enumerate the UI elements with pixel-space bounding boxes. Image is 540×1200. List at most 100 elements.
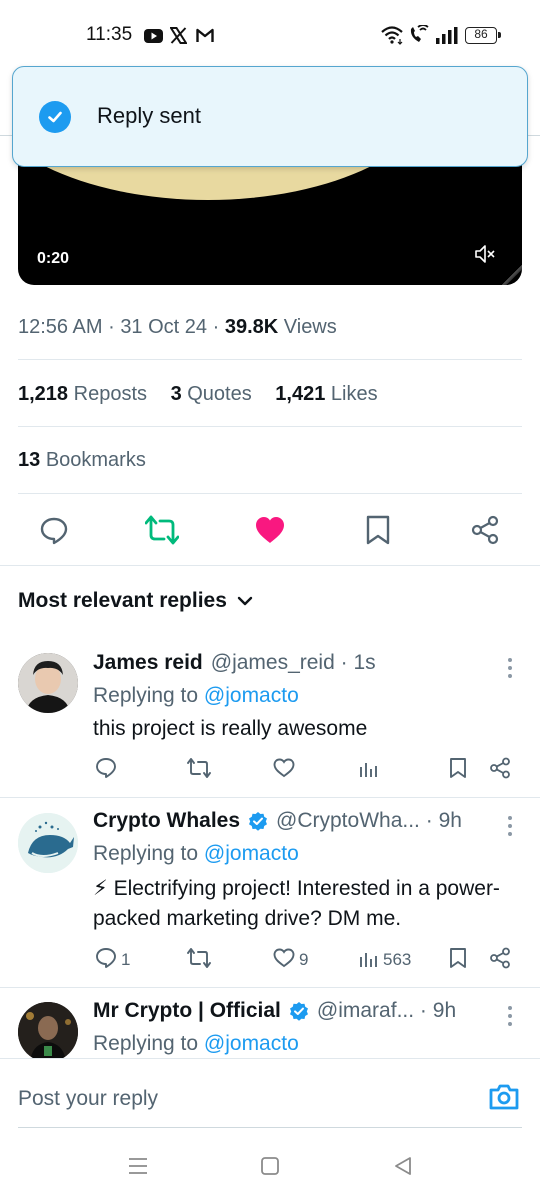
back-triangle-icon[interactable]	[393, 1156, 413, 1181]
verified-badge-icon	[248, 811, 268, 831]
reply-action-bar: 1 9 563	[0, 945, 540, 975]
header-separator: ·	[419, 999, 427, 1022]
share-icon[interactable]	[467, 512, 503, 548]
likes-stat[interactable]: 1,421 Likes	[275, 383, 377, 405]
bookmarks-count: 13	[18, 449, 41, 471]
mute-icon[interactable]	[474, 244, 496, 269]
like-button[interactable]	[273, 755, 299, 785]
signal-icon	[436, 27, 458, 49]
video-player[interactable]: 0:20	[18, 150, 522, 285]
quotes-count: 3	[170, 383, 182, 405]
views-count: 39.8K	[224, 316, 279, 338]
divider	[18, 359, 522, 360]
tweet-action-bar	[0, 508, 540, 552]
tweet-date: 31 Oct 24	[120, 316, 208, 338]
analytics-icon	[359, 758, 379, 783]
reply-author-handle: @CryptoWha...	[276, 809, 420, 832]
reply-author-handle: @james_reid	[210, 651, 335, 674]
reply-sent-toast[interactable]: Reply sent	[12, 66, 528, 167]
composer-divider	[18, 1127, 522, 1128]
reposts-count: 1,218	[18, 383, 69, 405]
avatar[interactable]	[18, 1002, 78, 1058]
toast-message: Reply sent	[97, 103, 201, 128]
tweet-meta: 12:56 AM · 31 Oct 24 · 39.8K Views	[18, 316, 337, 339]
replying-to: Replying to @jomacto	[93, 684, 299, 708]
avatar[interactable]	[18, 653, 78, 713]
bookmarks-label: Bookmarks	[45, 449, 146, 471]
home-square-icon[interactable]	[260, 1156, 280, 1181]
repost-icon	[187, 947, 211, 974]
tweet-time: 12:56 AM	[18, 316, 103, 338]
reply-item[interactable]: James reid @james_reid · 1s Replying to …	[0, 640, 540, 797]
reply-composer[interactable]: Post your reply	[0, 1058, 540, 1130]
bookmark-icon[interactable]	[360, 512, 396, 548]
more-options-icon[interactable]	[500, 1004, 520, 1028]
video-time: 0:20	[37, 250, 70, 267]
share-icon	[489, 947, 511, 974]
more-options-icon[interactable]	[500, 656, 520, 680]
reply-author-handle: @imaraf...	[316, 999, 415, 1022]
divider	[0, 565, 540, 566]
check-circle-icon	[39, 101, 71, 133]
camera-icon[interactable]	[488, 1083, 520, 1116]
reply-count: 1	[121, 950, 131, 969]
reply-icon	[95, 947, 117, 974]
reply-icon[interactable]	[36, 512, 72, 548]
reply-author-name[interactable]: Crypto Whales	[93, 809, 240, 833]
bookmark-button[interactable]	[449, 945, 467, 975]
reply-icon	[95, 757, 117, 784]
views-button[interactable]	[359, 755, 383, 785]
like-icon	[273, 758, 295, 783]
like-icon[interactable]	[252, 512, 288, 548]
likes-label: Likes	[330, 383, 378, 405]
replying-to-handle[interactable]: @jomacto	[204, 684, 299, 707]
reply-item[interactable]: Crypto Whales @CryptoWha... · 9h Replyin…	[0, 798, 540, 986]
bookmark-button[interactable]	[449, 755, 467, 785]
menu-icon[interactable]	[127, 1156, 149, 1181]
x-logo-icon	[169, 27, 188, 49]
share-button[interactable]	[489, 945, 511, 975]
replying-to-handle[interactable]: @jomacto	[204, 842, 299, 865]
reply-header: Mr Crypto | Official @imaraf... · 9h	[93, 999, 456, 1023]
sort-label: Most relevant replies	[18, 589, 227, 612]
more-options-icon[interactable]	[500, 814, 520, 838]
reply-author-name[interactable]: Mr Crypto | Official	[93, 999, 281, 1023]
engagement-stats: 1,218 Reposts 3 Quotes 1,421 Likes	[18, 383, 378, 406]
meta-separator: ·	[108, 316, 115, 338]
meta-separator: ·	[212, 316, 220, 338]
reply-author-name[interactable]: James reid	[93, 651, 203, 675]
replies-sort-dropdown[interactable]: Most relevant replies	[18, 589, 253, 613]
replying-to: Replying to @jomacto	[93, 1032, 299, 1056]
reply-item[interactable]: Mr Crypto | Official @imaraf... · 9h Rep…	[0, 988, 540, 1058]
share-button[interactable]	[489, 755, 511, 785]
wifi-icon	[380, 25, 404, 50]
reply-text: ⚡ Electrifying project! Interested in a …	[93, 877, 500, 930]
share-icon	[489, 757, 511, 784]
quotes-stat[interactable]: 3 Quotes	[171, 383, 252, 405]
system-nav-bar	[0, 1140, 540, 1200]
views-label: Views	[283, 316, 337, 338]
status-bar: 11:35 86	[0, 0, 540, 70]
video-resize-corner	[502, 265, 522, 285]
replying-prefix: Replying to	[93, 684, 199, 707]
reply-button[interactable]: 1	[95, 945, 130, 975]
repost-button[interactable]	[187, 945, 211, 975]
youtube-icon	[144, 29, 163, 48]
views-button[interactable]: 563	[359, 945, 411, 975]
reply-input[interactable]: Post your reply	[18, 1087, 158, 1111]
avatar[interactable]	[18, 813, 78, 873]
replying-to: Replying to @jomacto	[93, 842, 299, 866]
repost-icon[interactable]	[144, 512, 180, 548]
verified-badge-icon	[289, 1001, 309, 1021]
like-button[interactable]: 9	[273, 945, 308, 975]
reposts-stat[interactable]: 1,218 Reposts	[18, 383, 147, 405]
reply-time: 9h	[432, 999, 457, 1022]
gmail-icon	[196, 28, 214, 48]
repost-button[interactable]	[187, 755, 211, 785]
replying-to-handle[interactable]: @jomacto	[204, 1032, 299, 1055]
reply-time: 1s	[353, 651, 376, 674]
reposts-label: Reposts	[73, 383, 147, 405]
bookmarks-stat[interactable]: 13 Bookmarks	[18, 449, 146, 472]
chevron-down-icon	[237, 589, 253, 613]
reply-button[interactable]	[95, 755, 121, 785]
